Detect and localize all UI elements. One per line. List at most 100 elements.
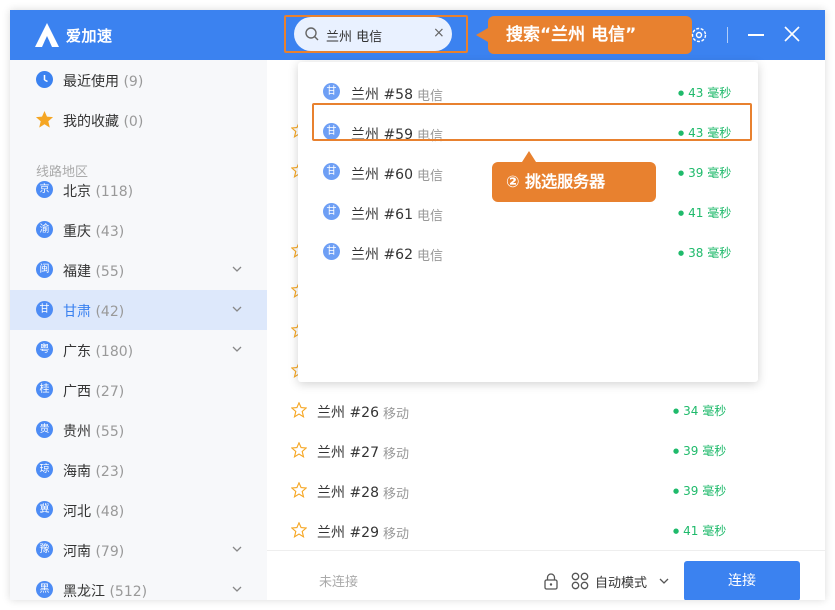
sidebar-item-label: 我的收藏 <box>63 114 119 130</box>
sidebar-item-region[interactable]: 渝重庆 (43) <box>10 210 267 250</box>
region-badge-icon: 甘 <box>36 301 53 318</box>
lock-icon[interactable] <box>543 572 559 590</box>
sidebar-item-count: (48) <box>95 504 125 520</box>
connection-status: 未连接 <box>319 575 359 590</box>
search-callout: 搜索“兰州 电信” <box>476 16 692 54</box>
server-name: 兰州 #26 <box>317 405 379 421</box>
region-badge-icon: 甘 <box>323 243 340 260</box>
sidebar-item-count: (79) <box>95 544 125 560</box>
server-latency: 41 毫秒 <box>678 204 731 221</box>
region-badge-icon: 黑 <box>36 581 53 598</box>
footer-bar: 未连接 自动模式 连接 <box>267 550 825 600</box>
region-badge-icon: 甘 <box>323 163 340 180</box>
search-results-dropdown: 甘兰州 #58电信43 毫秒甘兰州 #59电信43 毫秒甘兰州 #60电信39 … <box>298 62 758 382</box>
server-name: 兰州 #60 <box>351 167 413 183</box>
region-badge-icon: 豫 <box>36 541 53 558</box>
server-latency: 38 毫秒 <box>678 244 731 261</box>
server-isp: 移动 <box>383 487 410 502</box>
grid-mode-icon[interactable] <box>571 572 589 590</box>
sidebar-item-label: 黑龙江 <box>63 584 105 600</box>
sidebar-item-count: (55) <box>95 264 125 280</box>
sidebar-item-region[interactable]: 冀河北 (48) <box>10 490 267 530</box>
app-name: 爱加速 <box>66 27 113 45</box>
server-isp: 电信 <box>417 89 444 104</box>
app-window: 爱加速 兰州 电信 × 搜索“兰州 电信” 最近使用 (9) 我的收藏 (0) … <box>10 10 825 600</box>
sidebar-item-region[interactable]: 京北京 (118) <box>10 170 267 210</box>
server-latency: 41 毫秒 <box>673 522 726 539</box>
server-row[interactable]: 兰州 #27 移动 39 毫秒 <box>267 430 825 470</box>
sidebar-item-region[interactable]: 豫河南 (79) <box>10 530 267 570</box>
sidebar-item-count: (43) <box>95 224 125 240</box>
star-icon <box>35 110 54 128</box>
server-name: 兰州 #29 <box>317 525 379 541</box>
sidebar-item-favorites[interactable]: 我的收藏 (0) <box>10 100 267 140</box>
sidebar-item-label: 北京 <box>63 184 91 200</box>
minimize-button[interactable] <box>748 34 764 36</box>
server-row[interactable]: 兰州 #28 移动 39 毫秒 <box>267 470 825 510</box>
server-row[interactable]: 兰州 #26 移动 34 毫秒 <box>267 390 825 430</box>
sidebar-item-label: 最近使用 <box>63 74 119 90</box>
server-row[interactable]: 兰州 #29 移动 41 毫秒 <box>267 510 825 550</box>
region-badge-icon: 琼 <box>36 461 53 478</box>
sidebar-item-count: (118) <box>95 184 134 200</box>
server-isp: 移动 <box>383 407 410 422</box>
chevron-down-icon[interactable] <box>232 544 242 554</box>
sidebar-item-label: 广东 <box>63 344 91 360</box>
sidebar-item-count: (27) <box>95 384 125 400</box>
sidebar-item-label: 重庆 <box>63 224 91 240</box>
region-badge-icon: 贵 <box>36 421 53 438</box>
sidebar-item-count: (55) <box>95 424 125 440</box>
server-name: 兰州 #58 <box>351 87 413 103</box>
sidebar-item-label: 河北 <box>63 504 91 520</box>
search-highlight-box <box>284 15 468 53</box>
sidebar-item-count: (23) <box>95 464 125 480</box>
sidebar-item-recent[interactable]: 最近使用 (9) <box>10 60 267 100</box>
server-latency: 43 毫秒 <box>678 84 731 101</box>
server-isp: 电信 <box>417 169 444 184</box>
chevron-down-icon[interactable] <box>659 577 669 585</box>
sidebar-item-label: 河南 <box>63 544 91 560</box>
sidebar-item-label: 广西 <box>63 384 91 400</box>
server-latency: 34 毫秒 <box>673 402 726 419</box>
server-name: 兰州 #28 <box>317 485 379 501</box>
sidebar-item-region[interactable]: 粤广东 (180) <box>10 330 267 370</box>
chevron-down-icon[interactable] <box>232 344 242 354</box>
sidebar-item-region[interactable]: 琼海南 (23) <box>10 450 267 490</box>
connect-button[interactable]: 连接 <box>684 561 800 600</box>
pick-server-callout: ② 挑选服务器 <box>492 151 656 202</box>
server-isp: 电信 <box>417 249 444 264</box>
sidebar-item-label: 海南 <box>63 464 91 480</box>
gear-icon[interactable] <box>690 26 708 44</box>
server-isp: 移动 <box>383 447 410 462</box>
sidebar: 最近使用 (9) 我的收藏 (0) 线路地区 京北京 (118) 渝重庆 (43)… <box>10 60 267 600</box>
server-latency: 39 毫秒 <box>673 442 726 459</box>
server-isp: 电信 <box>417 209 444 224</box>
search-result-item[interactable]: 甘兰州 #62 电信 38 毫秒 <box>298 232 758 272</box>
star-icon[interactable] <box>291 402 307 418</box>
sidebar-item-region[interactable]: 贵贵州 (55) <box>10 410 267 450</box>
chevron-down-icon[interactable] <box>232 304 242 314</box>
close-icon[interactable] <box>782 24 802 44</box>
server-latency: 39 毫秒 <box>673 482 726 499</box>
sidebar-item-label: 贵州 <box>63 424 91 440</box>
selected-result-highlight <box>312 103 752 141</box>
chevron-down-icon[interactable] <box>232 584 242 594</box>
chevron-down-icon[interactable] <box>232 264 242 274</box>
sidebar-item-region[interactable]: 闽福建 (55) <box>10 250 267 290</box>
sidebar-item-region[interactable]: 黑黑龙江 (512) <box>10 570 267 600</box>
sidebar-item-count: (180) <box>95 344 134 360</box>
mode-select[interactable]: 自动模式 <box>595 572 647 591</box>
sidebar-item-count: (0) <box>123 114 144 130</box>
server-isp: 移动 <box>383 527 410 542</box>
star-icon[interactable] <box>291 442 307 458</box>
server-name: 兰州 #62 <box>351 247 413 263</box>
sidebar-item-label: 甘肃 <box>63 304 91 320</box>
title-bar: 爱加速 兰州 电信 × 搜索“兰州 电信” <box>10 10 825 60</box>
region-badge-icon: 冀 <box>36 501 53 518</box>
star-icon[interactable] <box>291 522 307 538</box>
region-badge-icon: 京 <box>36 181 53 198</box>
sidebar-item-region[interactable]: 甘甘肃 (42) <box>10 290 267 330</box>
server-name: 兰州 #27 <box>317 445 379 461</box>
sidebar-item-region[interactable]: 桂广西 (27) <box>10 370 267 410</box>
star-icon[interactable] <box>291 482 307 498</box>
